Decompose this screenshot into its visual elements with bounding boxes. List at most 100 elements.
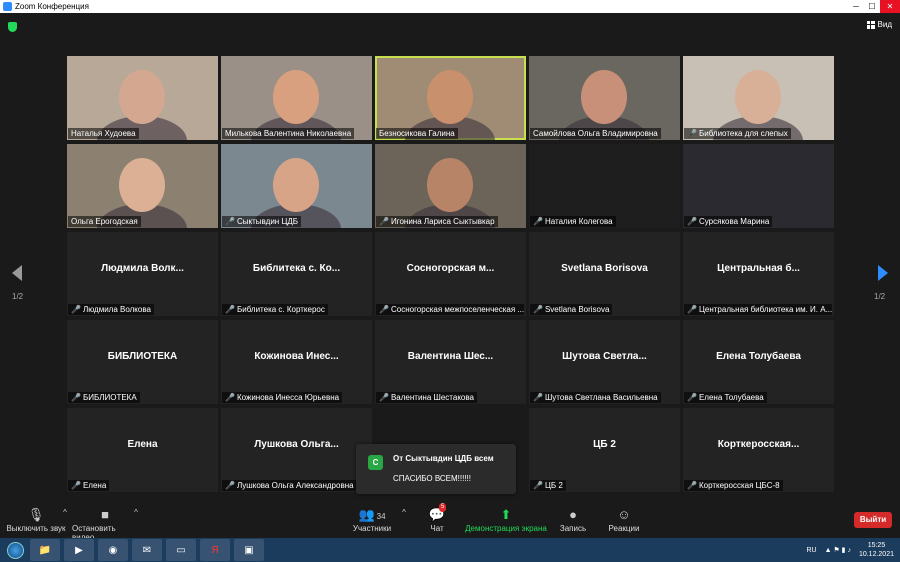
- participant-tile[interactable]: Ольга Ерогодская: [67, 144, 218, 228]
- participant-name: Елена: [82, 481, 107, 490]
- chat-button[interactable]: 💬 Чат 5: [422, 500, 452, 538]
- muted-mic-icon: 🎤: [379, 393, 389, 402]
- video-camera-icon: ■: [101, 507, 109, 522]
- participant-video-face: [427, 158, 473, 212]
- participant-display-name: Шутова Светла...: [562, 350, 647, 362]
- participant-tile[interactable]: Елена Толубаева 🎤 Елена Толубаева: [683, 320, 834, 404]
- grid-icon: [866, 20, 875, 29]
- participants-button[interactable]: 👥 34 Участники: [349, 500, 395, 538]
- stop-video-button[interactable]: ■ Остановить видео: [72, 500, 138, 542]
- participant-name: Валентина Шестакова: [390, 393, 474, 402]
- video-options-caret-icon[interactable]: ^: [134, 508, 138, 517]
- clock[interactable]: 15:25 10.12.2021: [859, 541, 894, 559]
- participant-name-label: 🎤 Корткеросская ЦБС-8: [684, 480, 783, 491]
- participant-tile[interactable]: Безносикова Галина: [375, 56, 526, 140]
- participant-tile[interactable]: 🎤 Наталия Колегова: [529, 144, 680, 228]
- leave-button[interactable]: Выйти: [854, 512, 892, 528]
- outlook-taskbar-icon[interactable]: ✉: [132, 539, 162, 561]
- shield-icon[interactable]: [8, 22, 17, 32]
- document-taskbar-icon[interactable]: ▭: [166, 539, 196, 561]
- tray-icons[interactable]: ▲ ⚑ ▮ ♪: [825, 546, 851, 554]
- muted-mic-icon: 🎤: [533, 305, 543, 314]
- participant-name: Библиотека для слепых: [698, 129, 788, 138]
- participant-name-label: Самойлова Ольга Владимировна: [530, 128, 661, 139]
- participant-tile[interactable]: Шутова Светла... 🎤 Шутова Светлана Василье…: [529, 320, 680, 404]
- mute-button[interactable]: 🎙 Выключить звук: [6, 500, 66, 538]
- participant-video-face: [119, 70, 165, 124]
- participant-name: Лушкова Ольга Александровна: [236, 481, 354, 490]
- participant-name: Игонина Лариса Сыктывкар: [390, 217, 495, 226]
- audio-options-caret-icon[interactable]: ^: [63, 508, 67, 517]
- close-button[interactable]: ✕: [880, 0, 900, 13]
- participant-tile[interactable]: ЦБ 2 🎤 ЦБ 2: [529, 408, 680, 492]
- start-button[interactable]: [0, 538, 30, 562]
- microphone-icon: 🎙: [27, 507, 45, 522]
- participant-tile[interactable]: Кожинова Инес... 🎤 Кожинова Инесса Юрьевна: [221, 320, 372, 404]
- participant-tile[interactable]: Валентина Шес... 🎤 Валентина Шестакова: [375, 320, 526, 404]
- participant-tile[interactable]: Сосногорская м... 🎤 Сосногорская межпоселе…: [375, 232, 526, 316]
- participant-tile[interactable]: Милькова Валентина Николаевна: [221, 56, 372, 140]
- chat-notification[interactable]: С От Сыктывдин ЦДБ всем СПАСИБО ВСЕМ!!!!…: [356, 444, 516, 494]
- participant-tile[interactable]: 🎤 Игонина Лариса Сыктывкар: [375, 144, 526, 228]
- media-player-taskbar-icon[interactable]: ▶: [64, 539, 94, 561]
- participants-icon: 👥 34: [358, 507, 386, 522]
- participants-label: Участники: [352, 524, 392, 533]
- record-button[interactable]: ● Запись: [556, 500, 590, 538]
- participant-name-label: 🎤 ЦБ 2: [530, 480, 566, 491]
- participant-video-face: [273, 158, 319, 212]
- muted-mic-icon: 🎤: [225, 393, 235, 402]
- participant-name: Корткеросская ЦБС-8: [698, 481, 780, 490]
- zoom-taskbar-icon[interactable]: ▣: [234, 539, 264, 561]
- share-screen-button[interactable]: ⬆ Демонстрация экрана: [463, 500, 549, 538]
- participant-tile[interactable]: Людмила Волк... 🎤 Людмила Волкова: [67, 232, 218, 316]
- reactions-icon: ☺: [617, 507, 631, 522]
- participant-tile[interactable]: Библитека с. Ко... 🎤 Библитека с. Корткеро…: [221, 232, 372, 316]
- participant-tile[interactable]: Корткеросская... 🎤 Корткеросская ЦБС-8: [683, 408, 834, 492]
- muted-mic-icon: 🎤: [687, 481, 697, 490]
- participant-display-name: Кожинова Инес...: [254, 350, 339, 362]
- participant-name: Сурсякова Марина: [698, 217, 770, 226]
- participant-tile[interactable]: Svetlana Borisova 🎤 Svetlana Borisova: [529, 232, 680, 316]
- participant-tile[interactable]: 🎤 Сурсякова Марина: [683, 144, 834, 228]
- record-icon: ●: [569, 507, 577, 522]
- maximize-button[interactable]: ☐: [864, 0, 880, 13]
- participant-display-name: ЦБ 2: [593, 438, 616, 450]
- participant-name: Сыктывдин ЦДБ: [236, 217, 299, 226]
- muted-mic-icon: 🎤: [225, 481, 235, 490]
- windows-logo-icon: [6, 541, 24, 559]
- participant-tile[interactable]: Елена 🎤 Елена: [67, 408, 218, 492]
- participant-name-label: 🎤 Svetlana Borisova: [530, 304, 613, 315]
- participant-name-label: 🎤 Сосногорская межпоселенческая ...: [376, 304, 524, 315]
- clock-time: 15:25: [867, 542, 886, 549]
- participant-tile[interactable]: БИБЛИОТЕКА 🎤 БИБЛИОТЕКА: [67, 320, 218, 404]
- view-button[interactable]: Вид: [866, 20, 892, 29]
- participants-options-caret-icon[interactable]: ^: [402, 508, 406, 517]
- reactions-label: Реакции: [608, 524, 640, 533]
- window-controls: ─ ☐ ✕: [848, 0, 900, 13]
- zoom-window: Zoom Конференция ─ ☐ ✕ Вид 1/2 1/2 Натал…: [0, 0, 900, 562]
- participant-tile[interactable]: Центральная б... 🎤 Центральная библиотека …: [683, 232, 834, 316]
- participant-name: Сосногорская межпоселенческая ...: [390, 305, 524, 314]
- participant-video-face: [427, 70, 473, 124]
- participant-name-label: Наталья Худоева: [68, 128, 139, 139]
- participant-tile[interactable]: 🎤 Сыктывдин ЦДБ: [221, 144, 372, 228]
- language-indicator[interactable]: RU: [806, 547, 816, 554]
- prev-page-arrow-icon[interactable]: [12, 265, 22, 281]
- reactions-button[interactable]: ☺ Реакции: [604, 500, 644, 538]
- participant-tile[interactable]: Лушкова Ольга... 🎤 Лушкова Ольга Александр…: [221, 408, 372, 492]
- participant-name-label: 🎤 Библитека с. Корткерос: [222, 304, 328, 315]
- participant-tile[interactable]: Наталья Худоева: [67, 56, 218, 140]
- explorer-taskbar-icon[interactable]: 📁: [30, 539, 60, 561]
- yandex-taskbar-icon[interactable]: Я: [200, 539, 230, 561]
- participant-name-label: 🎤 Наталия Колегова: [530, 216, 616, 227]
- participant-video-face: [735, 70, 781, 124]
- participant-name-label: 🎤 БИБЛИОТЕКА: [68, 392, 140, 403]
- participant-tile[interactable]: Самойлова Ольга Владимировна: [529, 56, 680, 140]
- gallery-grid: Наталья Худоева Милькова Валентина Никола…: [67, 56, 835, 494]
- mute-label: Выключить звук: [6, 524, 66, 533]
- next-page-arrow-icon[interactable]: [878, 265, 888, 281]
- participant-tile[interactable]: 🎤 Библиотека для слепых: [683, 56, 834, 140]
- record-label: Запись: [559, 524, 587, 533]
- minimize-button[interactable]: ─: [848, 0, 864, 13]
- chrome-taskbar-icon[interactable]: ◉: [98, 539, 128, 561]
